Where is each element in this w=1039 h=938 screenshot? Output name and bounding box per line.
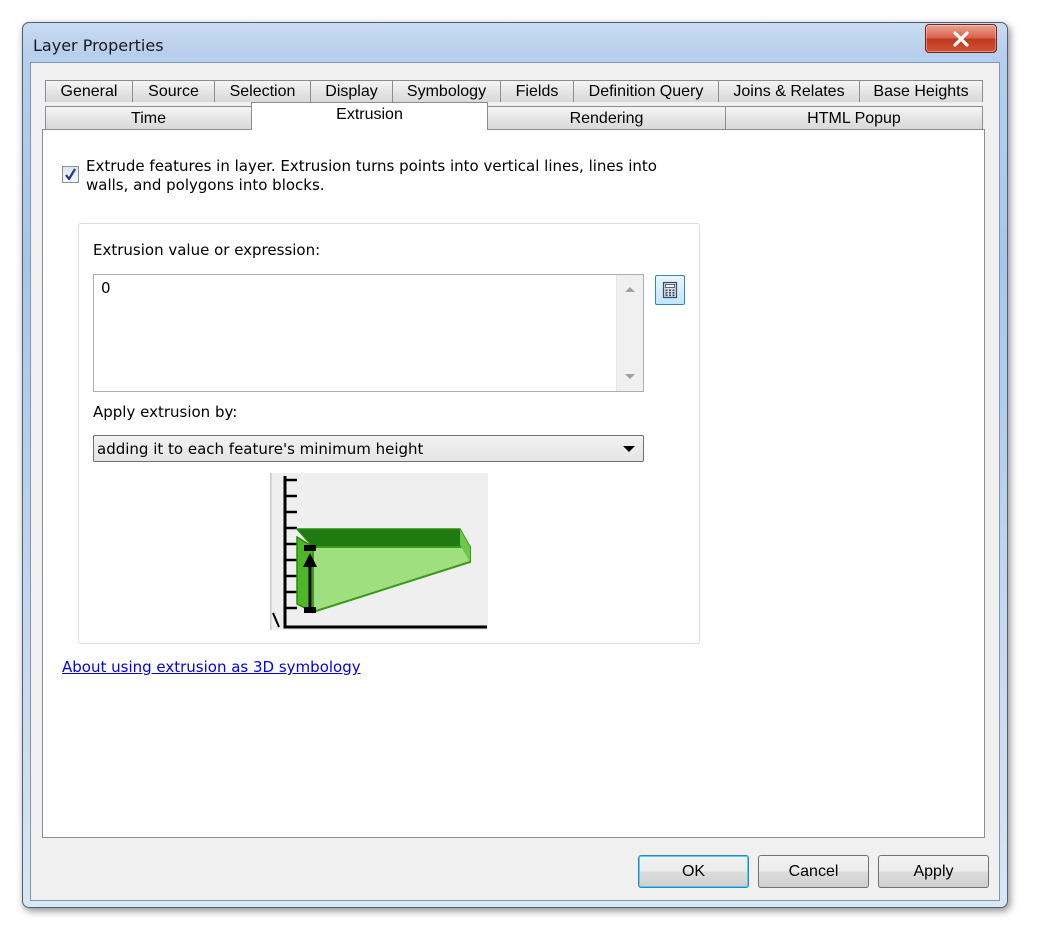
extrusion-illustration bbox=[270, 473, 488, 630]
close-icon bbox=[953, 30, 969, 47]
tab-time[interactable]: Time bbox=[45, 106, 252, 130]
extrude-features-label: Extrude features in layer. Extrusion tur… bbox=[86, 157, 657, 194]
extrude-features-checkbox[interactable] bbox=[62, 166, 79, 183]
tab-source[interactable]: Source bbox=[132, 80, 215, 102]
scroll-up-arrow[interactable] bbox=[625, 287, 635, 292]
expression-builder-button[interactable] bbox=[655, 275, 685, 305]
tab-rendering[interactable]: Rendering bbox=[487, 106, 726, 130]
tab-symbology[interactable]: Symbology bbox=[392, 80, 501, 102]
expression-value: 0 bbox=[101, 279, 111, 297]
calculator-icon bbox=[662, 281, 678, 299]
scroll-down-arrow[interactable] bbox=[625, 374, 635, 379]
apply-extrusion-label: Apply extrusion by: bbox=[93, 403, 238, 421]
apply-extrusion-dropdown[interactable]: adding it to each feature's minimum heig… bbox=[93, 435, 644, 462]
tab-extrusion[interactable]: Extrusion bbox=[251, 102, 488, 130]
expression-scrollbar[interactable] bbox=[616, 275, 643, 391]
window-title: Layer Properties bbox=[33, 36, 164, 55]
close-button[interactable] bbox=[925, 24, 997, 53]
ok-button[interactable]: OK bbox=[638, 855, 749, 888]
tab-base-heights[interactable]: Base Heights bbox=[859, 80, 983, 102]
tab-display[interactable]: Display bbox=[310, 80, 393, 102]
cancel-button[interactable]: Cancel bbox=[758, 855, 869, 888]
tab-joins-relates[interactable]: Joins & Relates bbox=[718, 80, 860, 102]
tab-general[interactable]: General bbox=[45, 80, 133, 102]
tab-html-popup[interactable]: HTML Popup bbox=[725, 106, 983, 130]
tab-definition-query[interactable]: Definition Query bbox=[573, 80, 719, 102]
expression-label: Extrusion value or expression: bbox=[93, 241, 321, 259]
dropdown-arrow bbox=[623, 446, 635, 452]
tab-fields[interactable]: Fields bbox=[500, 80, 574, 102]
extrusion-expression-input[interactable]: 0 bbox=[93, 274, 644, 392]
checkmark-icon bbox=[65, 168, 76, 181]
tab-selection[interactable]: Selection bbox=[214, 80, 311, 102]
extrusion-help-link[interactable]: About using extrusion as 3D symbology bbox=[62, 658, 361, 676]
apply-button[interactable]: Apply bbox=[878, 855, 989, 888]
apply-extrusion-selected: adding it to each feature's minimum heig… bbox=[97, 440, 424, 458]
